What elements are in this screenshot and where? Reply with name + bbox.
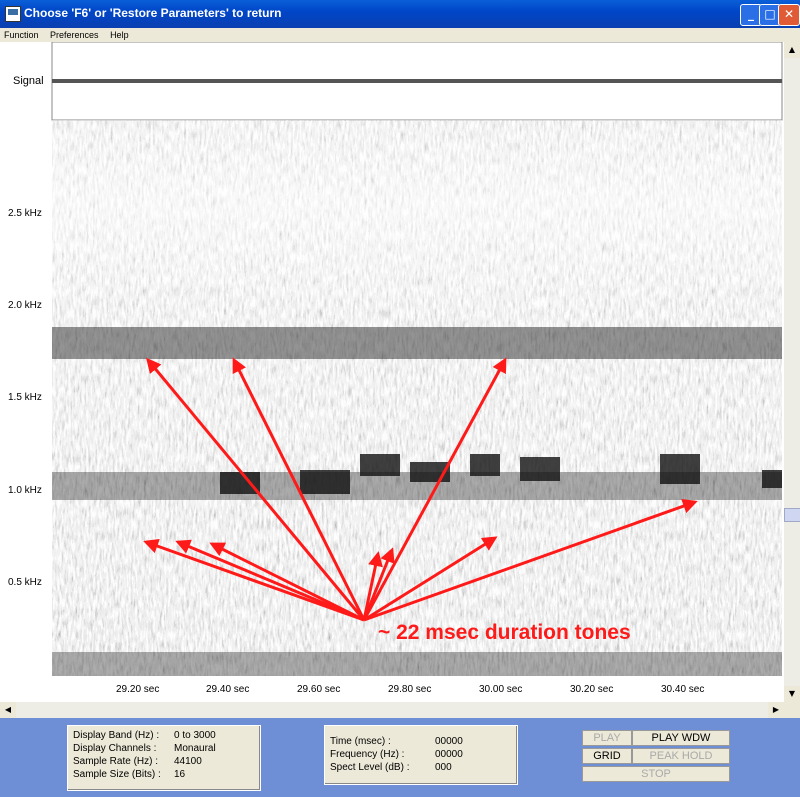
info-label: Display Channels :: [73, 743, 157, 754]
time-label-3: 29.60 sec: [297, 684, 340, 695]
scroll-left-icon[interactable]: ◀: [0, 702, 16, 718]
info-label: Sample Rate (Hz) :: [73, 756, 159, 767]
menu-preferences[interactable]: Preferences: [46, 28, 103, 42]
play-window-button[interactable]: PLAY WDW: [632, 730, 730, 746]
readout-value: 00000: [435, 749, 463, 760]
time-label-1: 29.20 sec: [116, 684, 159, 695]
info-value: Monaural: [174, 743, 216, 754]
time-label-4: 29.80 sec: [388, 684, 431, 695]
spectrogram-view: Signal 2.5 kHz 2.0 kHz 1.5 kHz 1.0 kHz 0…: [0, 42, 784, 702]
status-area: Display Band (Hz) : 0 to 3000 Display Ch…: [0, 718, 800, 797]
scroll-corner: [784, 702, 800, 718]
freq-label-500: 0.5 kHz: [8, 577, 42, 588]
stop-button[interactable]: STOP: [582, 766, 730, 782]
readout-value: 00000: [435, 736, 463, 747]
play-button[interactable]: PLAY: [582, 730, 632, 746]
spectrogram-image: [52, 120, 782, 676]
time-label-2: 29.40 sec: [206, 684, 249, 695]
time-label-6: 30.20 sec: [570, 684, 613, 695]
readout-value: 000: [435, 762, 452, 773]
scroll-down-icon[interactable]: ▼: [784, 686, 800, 702]
horizontal-scrollbar[interactable]: ◀ ▶: [0, 702, 784, 718]
menu-help[interactable]: Help: [106, 28, 133, 42]
freq-label-1000: 1.0 kHz: [8, 485, 42, 496]
scroll-up-icon[interactable]: ▲: [784, 42, 800, 58]
title-bar: Choose 'F6' or 'Restore Parameters' to r…: [0, 0, 800, 28]
info-label: Display Band (Hz) :: [73, 730, 160, 741]
grid-button[interactable]: GRID: [582, 748, 632, 764]
info-value: 16: [174, 769, 186, 780]
cursor-readout-panel: Time (msec) : 00000 Frequency (Hz) : 000…: [324, 725, 518, 785]
freq-label-2500: 2.5 kHz: [8, 208, 42, 219]
freq-label-2000: 2.0 kHz: [8, 300, 42, 311]
info-value: 44100: [174, 756, 202, 767]
info-value: 0 to 3000: [174, 730, 216, 741]
vertical-scrollbar[interactable]: ▲ ▼: [784, 42, 800, 702]
time-label-7: 30.40 sec: [661, 684, 704, 695]
time-label-5: 30.00 sec: [479, 684, 522, 695]
menu-bar: Function Preferences Help: [0, 28, 800, 42]
window-title: Choose 'F6' or 'Restore Parameters' to r…: [24, 6, 282, 20]
freq-label-1500: 1.5 kHz: [8, 392, 42, 403]
signal-label: Signal: [13, 75, 44, 87]
info-label: Sample Size (Bits) :: [73, 769, 161, 780]
display-info-panel: Display Band (Hz) : 0 to 3000 Display Ch…: [67, 725, 261, 791]
app-icon[interactable]: [5, 6, 21, 22]
readout-label: Frequency (Hz) :: [330, 749, 405, 760]
menu-function[interactable]: Function: [0, 28, 43, 42]
annotation-label: ~ 22 msec duration tones: [378, 621, 631, 644]
scroll-thumb[interactable]: [784, 508, 800, 522]
readout-label: Spect Level (dB) :: [330, 762, 410, 773]
readout-label: Time (msec) :: [330, 736, 391, 747]
peak-hold-button[interactable]: PEAK HOLD: [632, 748, 730, 764]
scroll-right-icon[interactable]: ▶: [768, 702, 784, 718]
close-button[interactable]: ✕: [778, 4, 800, 26]
